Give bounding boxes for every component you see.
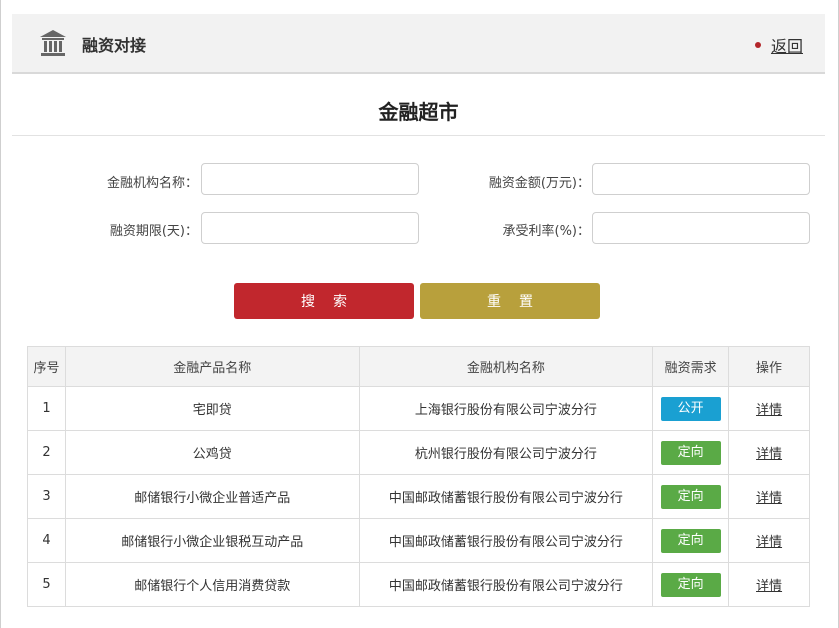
institution-name: 中国邮政储蓄银行股份有限公司宁波分行 xyxy=(358,474,654,519)
row-index: 5 xyxy=(27,562,66,607)
back-control[interactable]: 返回 xyxy=(754,33,803,57)
demand-tag: 定向 xyxy=(660,528,721,553)
table-row: 2 公鸡贷 杭州银行股份有限公司宁波分行 定向 详情 xyxy=(27,430,810,475)
financing-term-input[interactable] xyxy=(201,212,419,244)
demand-cell: 定向 xyxy=(652,474,730,519)
institution-name-label: 金融机构名称： xyxy=(106,176,198,191)
product-name: 邮储银行小微企业普适产品 xyxy=(64,474,360,519)
institution-name: 中国邮政储蓄银行股份有限公司宁波分行 xyxy=(358,562,654,607)
page-title: 金融超市 xyxy=(378,100,459,124)
demand-tag: 定向 xyxy=(660,484,721,509)
financing-term-label: 融资期限(天)： xyxy=(109,224,198,239)
financing-amount-label: 融资金额(万元)： xyxy=(488,176,590,191)
detail-link[interactable]: 详情 xyxy=(756,579,782,594)
bullet-dot-icon xyxy=(754,42,761,48)
header-bar: 融资对接 返回 xyxy=(12,14,825,74)
detail-link[interactable]: 详情 xyxy=(756,491,782,506)
product-name: 邮储银行小微企业银税互动产品 xyxy=(64,518,360,563)
detail-link[interactable]: 详情 xyxy=(756,403,782,418)
column-header-action: 操作 xyxy=(728,346,810,387)
institution-name-input[interactable] xyxy=(201,163,419,195)
action-cell: 详情 xyxy=(728,474,810,519)
detail-link[interactable]: 详情 xyxy=(756,447,782,462)
row-index: 4 xyxy=(27,518,66,563)
institution-name: 杭州银行股份有限公司宁波分行 xyxy=(358,430,654,475)
reset-button[interactable]: 重置 xyxy=(420,283,600,319)
table-row: 5 邮储银行个人信用消费贷款 中国邮政储蓄银行股份有限公司宁波分行 定向 详情 xyxy=(27,562,810,607)
column-header-index: 序号 xyxy=(27,346,66,387)
row-index: 2 xyxy=(27,430,66,475)
demand-cell: 公开 xyxy=(652,386,730,431)
table-row: 1 宅即贷 上海银行股份有限公司宁波分行 公开 详情 xyxy=(27,386,810,431)
demand-cell: 定向 xyxy=(652,562,730,607)
demand-tag: 公开 xyxy=(660,396,721,421)
action-cell: 详情 xyxy=(728,430,810,475)
bank-icon xyxy=(40,30,66,56)
financing-amount-input[interactable] xyxy=(592,163,810,195)
product-name: 宅即贷 xyxy=(64,386,360,431)
institution-name: 上海银行股份有限公司宁波分行 xyxy=(358,386,654,431)
institution-name: 中国邮政储蓄银行股份有限公司宁波分行 xyxy=(358,518,654,563)
interest-rate-input[interactable] xyxy=(592,212,810,244)
interest-rate-label: 承受利率(%)： xyxy=(502,224,591,239)
column-header-institution: 金融机构名称 xyxy=(358,346,654,387)
column-header-product: 金融产品名称 xyxy=(64,346,360,387)
table-row: 4 邮储银行小微企业银税互动产品 中国邮政储蓄银行股份有限公司宁波分行 定向 详… xyxy=(27,518,810,563)
header-title: 融资对接 xyxy=(82,36,147,55)
demand-tag: 定向 xyxy=(660,572,721,597)
product-name: 邮储银行个人信用消费贷款 xyxy=(64,562,360,607)
detail-link[interactable]: 详情 xyxy=(756,535,782,550)
row-index: 3 xyxy=(27,474,66,519)
search-button[interactable]: 搜索 xyxy=(234,283,414,319)
demand-tag: 定向 xyxy=(660,440,721,465)
product-table: 序号 金融产品名称 金融机构名称 融资需求 操作 1 宅即贷 上海银行股份有限公… xyxy=(27,346,810,607)
action-cell: 详情 xyxy=(728,518,810,563)
action-cell: 详情 xyxy=(728,562,810,607)
demand-cell: 定向 xyxy=(652,518,730,563)
back-link[interactable]: 返回 xyxy=(771,33,803,57)
table-row: 3 邮储银行小微企业普适产品 中国邮政储蓄银行股份有限公司宁波分行 定向 详情 xyxy=(27,474,810,519)
column-header-demand: 融资需求 xyxy=(652,346,730,387)
table-header-row: 序号 金融产品名称 金融机构名称 融资需求 操作 xyxy=(27,346,810,387)
title-divider xyxy=(12,135,825,136)
product-name: 公鸡贷 xyxy=(64,430,360,475)
action-cell: 详情 xyxy=(728,386,810,431)
demand-cell: 定向 xyxy=(652,430,730,475)
row-index: 1 xyxy=(27,386,66,431)
